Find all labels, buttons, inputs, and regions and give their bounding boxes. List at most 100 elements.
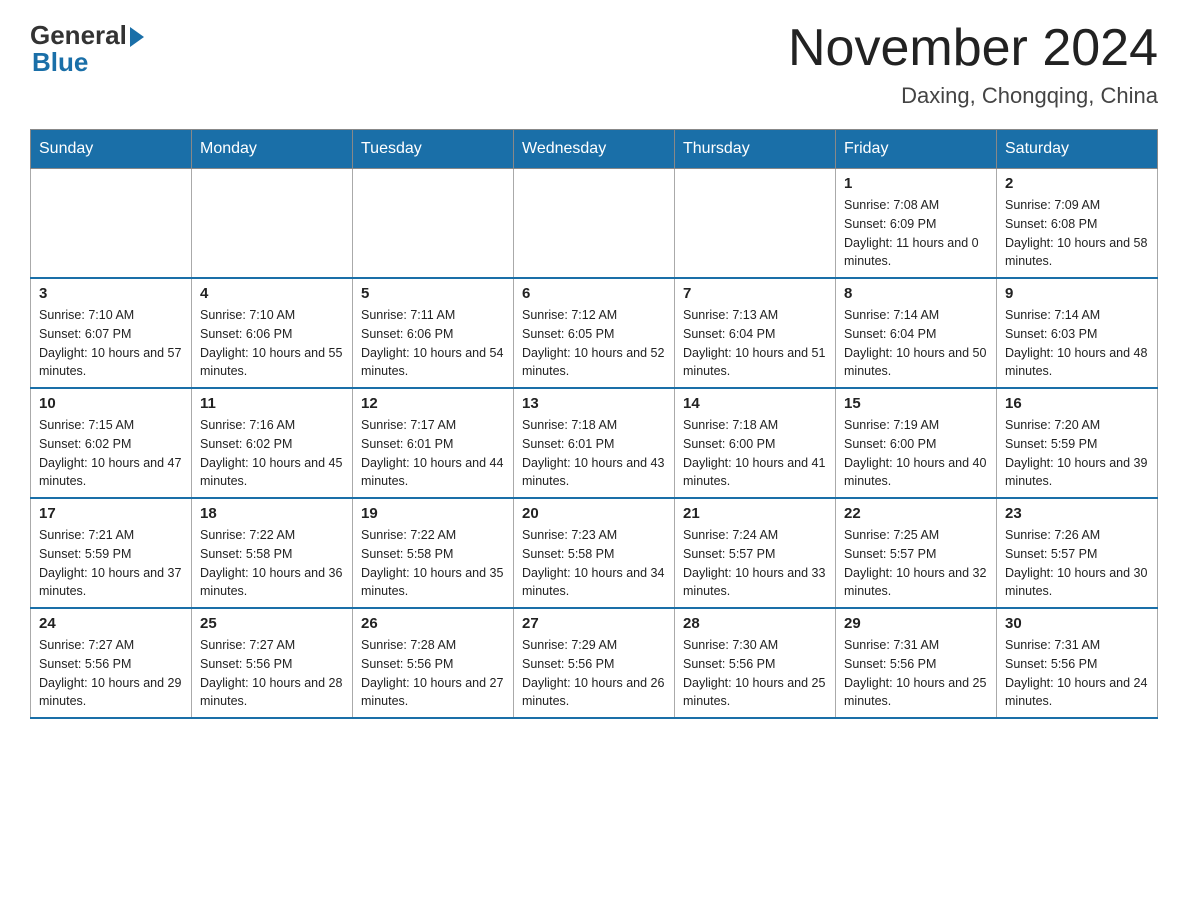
day-info: Sunrise: 7:27 AMSunset: 5:56 PMDaylight:… (39, 636, 183, 711)
calendar-cell: 6Sunrise: 7:12 AMSunset: 6:05 PMDaylight… (514, 278, 675, 388)
day-info: Sunrise: 7:14 AMSunset: 6:03 PMDaylight:… (1005, 306, 1149, 381)
day-info: Sunrise: 7:10 AMSunset: 6:06 PMDaylight:… (200, 306, 344, 381)
day-number: 14 (683, 395, 827, 412)
calendar-cell: 1Sunrise: 7:08 AMSunset: 6:09 PMDaylight… (836, 169, 997, 279)
day-info: Sunrise: 7:16 AMSunset: 6:02 PMDaylight:… (200, 416, 344, 491)
calendar-cell: 24 Sunrise: 7:27 AMSunset: 5:56 PMDayligh… (31, 608, 192, 718)
day-number: 19 (361, 505, 505, 522)
calendar-cell: 5 Sunrise: 7:11 AMSunset: 6:06 PMDaylight… (353, 278, 514, 388)
day-info: Sunrise: 7:22 AMSunset: 5:58 PMDaylight:… (361, 526, 505, 601)
day-info: Sunrise: 7:08 AMSunset: 6:09 PMDaylight:… (844, 196, 988, 271)
day-number: 4 (200, 285, 344, 302)
calendar-cell: 11 Sunrise: 7:16 AMSunset: 6:02 PMDayligh… (192, 388, 353, 498)
day-info: Sunrise: 7:28 AMSunset: 5:56 PMDaylight:… (361, 636, 505, 711)
calendar-cell: 8 Sunrise: 7:14 AMSunset: 6:04 PMDaylight… (836, 278, 997, 388)
day-number: 26 (361, 615, 505, 632)
day-info: Sunrise: 7:21 AMSunset: 5:59 PMDaylight:… (39, 526, 183, 601)
day-number: 16 (1005, 395, 1149, 412)
calendar-cell: 25 Sunrise: 7:27 AMSunset: 5:56 PMDayligh… (192, 608, 353, 718)
calendar-week-row: 1Sunrise: 7:08 AMSunset: 6:09 PMDaylight… (31, 169, 1158, 279)
calendar-header-row: SundayMondayTuesdayWednesdayThursdayFrid… (31, 130, 1158, 169)
calendar-cell (353, 169, 514, 279)
day-info: Sunrise: 7:11 AMSunset: 6:06 PMDaylight:… (361, 306, 505, 381)
day-info: Sunrise: 7:13 AMSunset: 6:04 PMDaylight:… (683, 306, 827, 381)
calendar-cell: 18Sunrise: 7:22 AMSunset: 5:58 PMDayligh… (192, 498, 353, 608)
calendar-cell (675, 169, 836, 279)
calendar-day-header: Saturday (997, 130, 1158, 169)
day-info: Sunrise: 7:31 AMSunset: 5:56 PMDaylight:… (844, 636, 988, 711)
title-block: November 2024 Daxing, Chongqing, China (788, 20, 1158, 109)
calendar-cell: 10 Sunrise: 7:15 AMSunset: 6:02 PMDayligh… (31, 388, 192, 498)
day-number: 8 (844, 285, 988, 302)
calendar-cell: 12Sunrise: 7:17 AMSunset: 6:01 PMDayligh… (353, 388, 514, 498)
day-info: Sunrise: 7:23 AMSunset: 5:58 PMDaylight:… (522, 526, 666, 601)
day-number: 3 (39, 285, 183, 302)
page-header: General Blue November 2024 Daxing, Chong… (30, 20, 1158, 109)
day-info: Sunrise: 7:27 AMSunset: 5:56 PMDaylight:… (200, 636, 344, 711)
calendar-cell: 2 Sunrise: 7:09 AMSunset: 6:08 PMDaylight… (997, 169, 1158, 279)
calendar-cell: 15 Sunrise: 7:19 AMSunset: 6:00 PMDayligh… (836, 388, 997, 498)
calendar-week-row: 17 Sunrise: 7:21 AMSunset: 5:59 PMDayligh… (31, 498, 1158, 608)
day-info: Sunrise: 7:19 AMSunset: 6:00 PMDaylight:… (844, 416, 988, 491)
day-info: Sunrise: 7:14 AMSunset: 6:04 PMDaylight:… (844, 306, 988, 381)
day-info: Sunrise: 7:15 AMSunset: 6:02 PMDaylight:… (39, 416, 183, 491)
calendar-week-row: 3 Sunrise: 7:10 AMSunset: 6:07 PMDaylight… (31, 278, 1158, 388)
day-info: Sunrise: 7:26 AMSunset: 5:57 PMDaylight:… (1005, 526, 1149, 601)
calendar-cell: 14 Sunrise: 7:18 AMSunset: 6:00 PMDayligh… (675, 388, 836, 498)
day-info: Sunrise: 7:30 AMSunset: 5:56 PMDaylight:… (683, 636, 827, 711)
day-info: Sunrise: 7:20 AMSunset: 5:59 PMDaylight:… (1005, 416, 1149, 491)
calendar-cell: 16 Sunrise: 7:20 AMSunset: 5:59 PMDayligh… (997, 388, 1158, 498)
day-number: 28 (683, 615, 827, 632)
calendar-cell (192, 169, 353, 279)
calendar-table: SundayMondayTuesdayWednesdayThursdayFrid… (30, 129, 1158, 719)
page-subtitle: Daxing, Chongqing, China (788, 83, 1158, 109)
calendar-cell: 23 Sunrise: 7:26 AMSunset: 5:57 PMDayligh… (997, 498, 1158, 608)
day-number: 5 (361, 285, 505, 302)
calendar-cell (31, 169, 192, 279)
day-info: Sunrise: 7:24 AMSunset: 5:57 PMDaylight:… (683, 526, 827, 601)
day-info: Sunrise: 7:18 AMSunset: 6:00 PMDaylight:… (683, 416, 827, 491)
calendar-week-row: 24 Sunrise: 7:27 AMSunset: 5:56 PMDayligh… (31, 608, 1158, 718)
day-number: 21 (683, 505, 827, 522)
calendar-cell: 9Sunrise: 7:14 AMSunset: 6:03 PMDaylight… (997, 278, 1158, 388)
calendar-cell: 7 Sunrise: 7:13 AMSunset: 6:04 PMDaylight… (675, 278, 836, 388)
calendar-cell: 19 Sunrise: 7:22 AMSunset: 5:58 PMDayligh… (353, 498, 514, 608)
day-number: 23 (1005, 505, 1149, 522)
day-number: 2 (1005, 175, 1149, 192)
calendar-day-header: Friday (836, 130, 997, 169)
calendar-cell: 27 Sunrise: 7:29 AMSunset: 5:56 PMDayligh… (514, 608, 675, 718)
calendar-header: SundayMondayTuesdayWednesdayThursdayFrid… (31, 130, 1158, 169)
day-number: 10 (39, 395, 183, 412)
day-number: 27 (522, 615, 666, 632)
calendar-day-header: Tuesday (353, 130, 514, 169)
page-title: November 2024 (788, 20, 1158, 77)
day-number: 7 (683, 285, 827, 302)
calendar-day-header: Wednesday (514, 130, 675, 169)
calendar-body: 1Sunrise: 7:08 AMSunset: 6:09 PMDaylight… (31, 169, 1158, 719)
calendar-week-row: 10 Sunrise: 7:15 AMSunset: 6:02 PMDayligh… (31, 388, 1158, 498)
day-info: Sunrise: 7:31 AMSunset: 5:56 PMDaylight:… (1005, 636, 1149, 711)
calendar-cell: 28 Sunrise: 7:30 AMSunset: 5:56 PMDayligh… (675, 608, 836, 718)
calendar-cell: 3 Sunrise: 7:10 AMSunset: 6:07 PMDaylight… (31, 278, 192, 388)
calendar-cell: 22 Sunrise: 7:25 AMSunset: 5:57 PMDayligh… (836, 498, 997, 608)
day-number: 30 (1005, 615, 1149, 632)
day-number: 22 (844, 505, 988, 522)
day-number: 24 (39, 615, 183, 632)
day-info: Sunrise: 7:18 AMSunset: 6:01 PMDaylight:… (522, 416, 666, 491)
day-number: 17 (39, 505, 183, 522)
day-info: Sunrise: 7:10 AMSunset: 6:07 PMDaylight:… (39, 306, 183, 381)
day-number: 15 (844, 395, 988, 412)
day-number: 25 (200, 615, 344, 632)
logo-arrow-icon (130, 27, 144, 47)
day-info: Sunrise: 7:09 AMSunset: 6:08 PMDaylight:… (1005, 196, 1149, 271)
day-number: 11 (200, 395, 344, 412)
calendar-cell: 20Sunrise: 7:23 AMSunset: 5:58 PMDayligh… (514, 498, 675, 608)
day-number: 29 (844, 615, 988, 632)
day-number: 13 (522, 395, 666, 412)
calendar-cell: 13 Sunrise: 7:18 AMSunset: 6:01 PMDayligh… (514, 388, 675, 498)
day-number: 6 (522, 285, 666, 302)
calendar-day-header: Sunday (31, 130, 192, 169)
day-number: 12 (361, 395, 505, 412)
day-info: Sunrise: 7:25 AMSunset: 5:57 PMDaylight:… (844, 526, 988, 601)
day-info: Sunrise: 7:29 AMSunset: 5:56 PMDaylight:… (522, 636, 666, 711)
